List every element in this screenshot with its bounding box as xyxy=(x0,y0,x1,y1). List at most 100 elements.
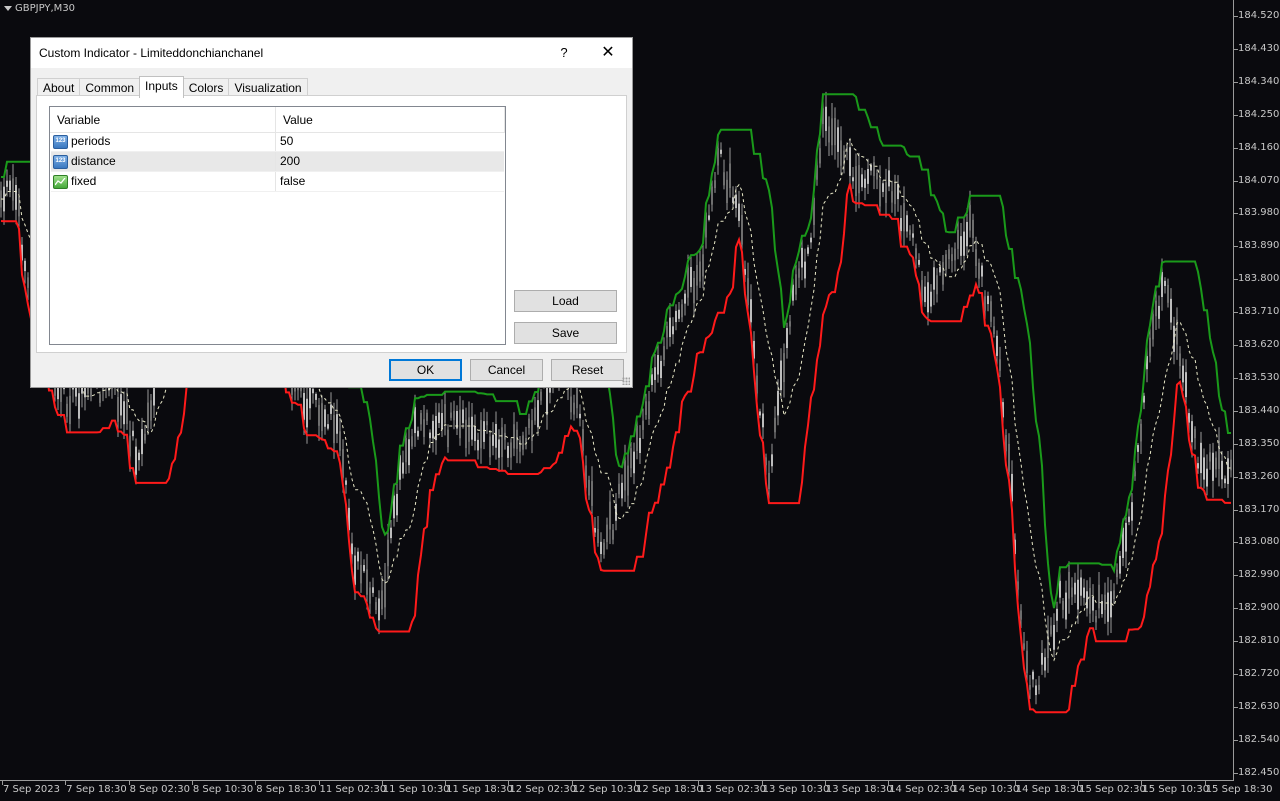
candle-body xyxy=(1056,608,1058,621)
candle-body xyxy=(972,219,974,238)
candle-body xyxy=(966,221,968,247)
price-label: 184.250 xyxy=(1238,108,1280,120)
candle-body xyxy=(1224,478,1226,484)
price-label: 184.160 xyxy=(1238,141,1280,153)
candle-body xyxy=(918,259,920,265)
reset-button[interactable]: Reset xyxy=(551,359,624,381)
candle-body xyxy=(864,178,866,188)
value-cell[interactable]: 200 xyxy=(276,152,504,171)
grid-row-fixed[interactable]: fixed false xyxy=(51,172,504,192)
candle-body xyxy=(612,529,614,540)
candle-body xyxy=(1032,671,1034,680)
time-axis[interactable]: 7 Sep 2023 7 Sep 18:30 8 Sep 02:30 8 Sep 10… xyxy=(0,780,1272,801)
time-label: 14 Sep 02:30 xyxy=(889,784,956,795)
candle-body xyxy=(390,527,392,539)
inputs-panel: Variable Value 123 periods 50 123 distan… xyxy=(36,95,627,353)
candle-body xyxy=(957,229,959,249)
candle-body xyxy=(930,291,932,307)
candle-body xyxy=(1095,616,1097,623)
candle-body xyxy=(924,286,926,303)
time-label: 11 Sep 02:30 xyxy=(319,784,387,795)
candle-body xyxy=(600,541,602,555)
candle-body xyxy=(468,417,470,442)
grid-row-distance[interactable]: 123 distance 200 xyxy=(51,152,504,172)
header-value[interactable]: Value xyxy=(276,107,505,132)
price-axis[interactable]: 184.520 184.430 184.340 184.250 184.160 184.0… xyxy=(1233,0,1280,780)
candle-body xyxy=(963,231,965,256)
candle-body xyxy=(1167,284,1169,303)
candle-body xyxy=(1065,592,1067,620)
candle-body xyxy=(987,295,989,305)
candle-body xyxy=(429,432,431,439)
candle-body xyxy=(1074,582,1076,595)
candle-body xyxy=(1089,587,1091,614)
dialog-titlebar[interactable]: Custom Indicator - Limiteddonchianchanel… xyxy=(31,38,632,68)
candle-body xyxy=(975,249,977,267)
time-label: 7 Sep 18:30 xyxy=(66,784,127,795)
candle-body xyxy=(675,310,677,323)
candle-body xyxy=(945,254,947,271)
candle-body xyxy=(138,452,140,461)
candle-body xyxy=(849,147,851,176)
candle-body xyxy=(663,346,665,360)
candle-body xyxy=(993,326,995,335)
candle-body xyxy=(9,180,11,191)
cancel-button[interactable]: Cancel xyxy=(470,359,543,381)
candle-body xyxy=(447,429,449,448)
candle-body xyxy=(696,265,698,286)
candle-body xyxy=(717,148,719,166)
candle-body xyxy=(1203,457,1205,480)
candle-body xyxy=(570,396,572,413)
candle-body xyxy=(1077,579,1079,610)
price-label: 184.340 xyxy=(1238,75,1280,87)
price-label: 183.350 xyxy=(1238,437,1280,449)
time-label: 12 Sep 10:30 xyxy=(572,784,640,795)
candle-body xyxy=(318,405,320,426)
candle-body xyxy=(1200,442,1202,474)
candle-body xyxy=(375,602,377,611)
candle-body xyxy=(534,407,536,421)
number-icon: 123 xyxy=(53,134,68,149)
candle-body xyxy=(540,391,542,401)
candle-body xyxy=(903,203,905,232)
candle-body xyxy=(360,564,362,584)
candle-body xyxy=(99,394,101,403)
time-label: 8 Sep 18:30 xyxy=(256,784,317,795)
ok-button[interactable]: OK xyxy=(389,359,462,381)
value-cell[interactable]: false xyxy=(276,172,504,191)
grid-row-periods[interactable]: 123 periods 50 xyxy=(51,132,504,152)
candle-body xyxy=(1098,584,1100,609)
candle-body xyxy=(75,387,77,397)
candle-body xyxy=(378,598,380,621)
candle-body xyxy=(978,262,980,279)
candle-body xyxy=(852,177,854,182)
candle-body xyxy=(426,412,428,421)
close-button[interactable]: ✕ xyxy=(596,43,620,63)
price-label: 183.710 xyxy=(1238,306,1280,318)
candle-body xyxy=(885,182,887,203)
tab-inputs[interactable]: Inputs xyxy=(139,76,184,98)
symbol-label[interactable]: GBPJPY,M30 xyxy=(4,3,75,14)
candle-body xyxy=(1182,365,1184,383)
candle-body xyxy=(672,326,674,335)
candle-body xyxy=(1197,463,1199,469)
candle-body xyxy=(723,172,725,186)
candle-body xyxy=(654,367,656,380)
candle-body xyxy=(384,579,386,608)
custom-indicator-dialog: Custom Indicator - Limiteddonchianchanel… xyxy=(30,37,633,388)
candle-body xyxy=(891,191,893,203)
help-button[interactable]: ? xyxy=(552,43,576,63)
save-button[interactable]: Save xyxy=(514,322,617,344)
candle-body xyxy=(933,267,935,290)
candle-body xyxy=(1164,280,1166,287)
candle-body xyxy=(408,439,410,466)
load-button[interactable]: Load xyxy=(514,290,617,312)
candle-body xyxy=(492,434,494,446)
value-cell[interactable]: 50 xyxy=(276,132,504,151)
candle-body xyxy=(522,435,524,450)
candle-body xyxy=(132,430,134,437)
resize-grip-icon[interactable] xyxy=(622,377,630,385)
dropdown-triangle-icon[interactable] xyxy=(4,6,12,11)
header-variable[interactable]: Variable xyxy=(50,107,276,132)
candle-body xyxy=(315,393,317,400)
